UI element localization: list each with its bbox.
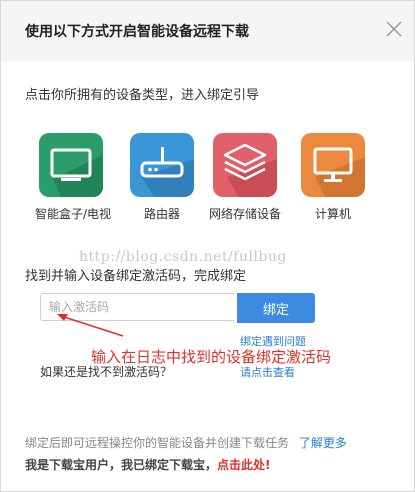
tv-icon bbox=[39, 133, 103, 197]
device-type-prompt: 点击你所拥有的设备类型，进入绑定引导 bbox=[25, 88, 260, 103]
footer-user: 我是下载宝用户，我已绑定下载宝，点击此处! bbox=[25, 456, 271, 473]
bind-device-dialog: 使用以下方式开启智能设备远程下载 点击你所拥有的设备类型，进入绑定引导 智能盒子… bbox=[0, 0, 415, 492]
device-router[interactable]: 路由器 bbox=[126, 133, 198, 222]
not-found-text: 如果还是找不到激活码？ bbox=[40, 365, 173, 379]
device-computer[interactable]: 计算机 bbox=[297, 133, 369, 222]
device-label: 计算机 bbox=[314, 207, 351, 221]
device-label: 路由器 bbox=[143, 207, 180, 221]
dialog-title: 使用以下方式开启智能设备远程下载 bbox=[25, 24, 249, 40]
close-icon[interactable] bbox=[385, 20, 403, 38]
click-here-link[interactable]: 请点击查看 bbox=[240, 364, 295, 380]
footer-info: 绑定后即可远程操控你的智能设备并创建下载任务 了解更多 bbox=[25, 434, 347, 451]
dialog-header: 使用以下方式开启智能设备远程下载 bbox=[1, 1, 414, 61]
storage-stack-icon bbox=[213, 133, 277, 197]
learn-more-link[interactable]: 了解更多 bbox=[299, 436, 347, 450]
watermark: http://blog.csdn.net/fullbug bbox=[79, 249, 287, 265]
activation-prompt: 找到并输入设备绑定激活码，完成绑定 bbox=[25, 269, 247, 284]
device-network-storage[interactable]: 网络存储设备 bbox=[209, 133, 281, 222]
device-label: 网络存储设备 bbox=[209, 207, 282, 221]
annotation-arrow bbox=[57, 314, 124, 337]
bind-button[interactable]: 绑定 bbox=[237, 293, 315, 323]
device-label: 智能盒子/电视 bbox=[35, 207, 112, 221]
footer-info-text: 绑定后即可远程操控你的智能设备并创建下载任务 bbox=[25, 436, 290, 450]
device-smart-tv[interactable]: 智能盒子/电视 bbox=[35, 133, 112, 222]
router-icon bbox=[130, 133, 194, 197]
footer-user-link[interactable]: 点击此处! bbox=[217, 458, 270, 472]
monitor-icon bbox=[301, 133, 365, 197]
footer-user-text: 我是下载宝用户，我已绑定下载宝， bbox=[25, 458, 218, 472]
